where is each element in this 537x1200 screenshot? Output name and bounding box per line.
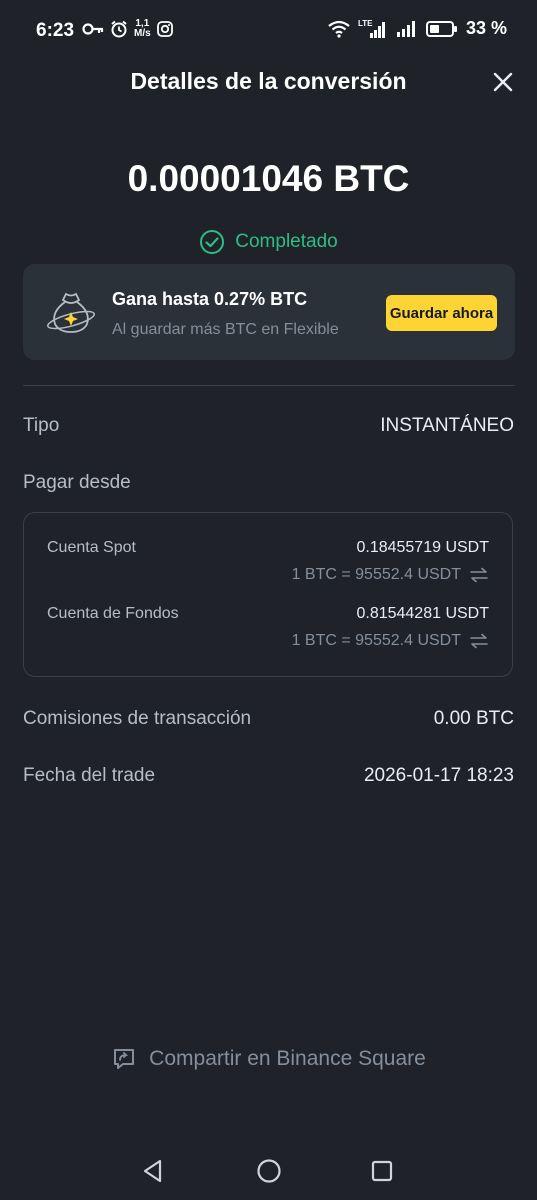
- back-triangle-icon: [143, 1159, 162, 1183]
- swap-arrows-icon[interactable]: [469, 567, 489, 583]
- status-text: Completado: [235, 231, 338, 252]
- signal-icon: [396, 20, 415, 37]
- fee-value: 0.00 BTC: [433, 708, 514, 729]
- type-label: Tipo: [23, 415, 60, 436]
- pay-from-box: Cuenta Spot 0.18455719 USDT 1 BTC = 9555…: [23, 512, 513, 677]
- instagram-icon: [156, 21, 173, 37]
- savings-bag-icon: [47, 292, 95, 333]
- battery-icon: [425, 20, 457, 37]
- close-button[interactable]: [489, 68, 517, 96]
- header: Detalles de la conversión: [0, 62, 537, 102]
- nav-home-button[interactable]: [254, 1156, 284, 1186]
- fee-label: Comisiones de transacción: [23, 708, 252, 729]
- wifi-icon: [328, 20, 350, 38]
- nav-recents-button[interactable]: [367, 1156, 397, 1186]
- status-bar: 6:23 1,1 M/s LTE 33 %: [0, 0, 537, 62]
- promo-subtitle: Al guardar más BTC en Flexible: [112, 321, 339, 338]
- account-amount: 0.18455719 USDT: [356, 539, 489, 556]
- close-icon: [493, 72, 513, 92]
- divider: [23, 385, 515, 386]
- account-name: Cuenta Spot: [47, 539, 136, 556]
- home-circle-icon: [257, 1159, 281, 1183]
- navigation-bar: [0, 1140, 537, 1200]
- signal-lte-icon: LTE: [358, 19, 388, 39]
- key-icon: [82, 23, 104, 35]
- date-label: Fecha del trade: [23, 765, 156, 786]
- battery-percent: 33 %: [465, 18, 507, 38]
- account-amount: 0.81544281 USDT: [356, 605, 489, 622]
- check-circle-icon: [200, 230, 225, 254]
- recents-square-icon: [371, 1160, 393, 1182]
- promo-title: Gana hasta 0.27% BTC: [112, 289, 308, 309]
- network-speed: 1,1 M/s: [134, 18, 151, 39]
- account-rate: 1 BTC = 95552.4 USDT: [292, 566, 489, 584]
- save-now-button[interactable]: Guardar ahora: [386, 295, 497, 331]
- share-button[interactable]: Compartir en Binance Square: [0, 1046, 537, 1072]
- nav-back-button[interactable]: [138, 1156, 168, 1186]
- date-value: 2026-01-17 18:23: [363, 765, 514, 786]
- alarm-icon: [111, 20, 127, 38]
- swap-arrows-icon[interactable]: [469, 633, 489, 649]
- share-chat-icon: [114, 1049, 135, 1069]
- share-label: Compartir en Binance Square: [149, 1047, 426, 1070]
- pay-from-label: Pagar desde: [23, 472, 131, 493]
- type-value: INSTANTÁNEO: [380, 415, 514, 436]
- account-name: Cuenta de Fondos: [47, 605, 179, 622]
- conversion-amount: 0.00001046 BTC: [127, 158, 410, 199]
- page-title: Detalles de la conversión: [130, 68, 407, 94]
- account-rate: 1 BTC = 95552.4 USDT: [292, 632, 489, 650]
- status-row: Completado: [0, 229, 537, 255]
- promo-card[interactable]: Gana hasta 0.27% BTC Al guardar más BTC …: [23, 264, 515, 360]
- status-time: 6:23: [36, 20, 75, 41]
